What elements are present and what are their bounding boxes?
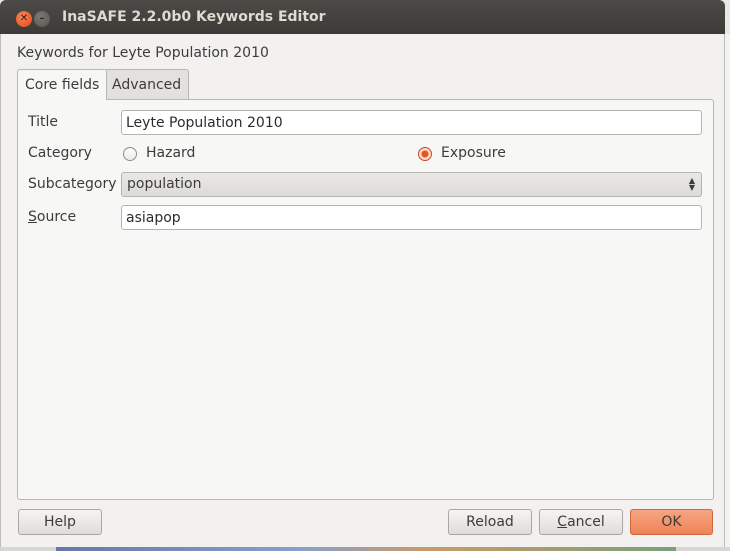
close-icon[interactable]: ✕ [16, 11, 32, 27]
source-field[interactable] [121, 205, 702, 230]
dialog-heading: Keywords for Leyte Population 2010 [17, 45, 269, 61]
tab-advanced[interactable]: Advanced [104, 69, 190, 99]
keywords-dialog: Keywords for Leyte Population 2010 Core … [0, 34, 725, 547]
tab-core-fields[interactable]: Core fields [17, 69, 108, 100]
title-label: Title [28, 114, 59, 130]
exposure-radio-label[interactable]: Exposure [441, 145, 506, 161]
reload-button[interactable]: Reload [448, 509, 532, 535]
source-label-rest: ource [36, 209, 77, 225]
hazard-radio[interactable] [123, 147, 137, 161]
subcategory-select[interactable]: population ▲ ▼ [121, 172, 702, 197]
window-title: InaSAFE 2.2.0b0 Keywords Editor [62, 9, 326, 25]
category-label: Category [28, 145, 92, 161]
help-button[interactable]: Help [18, 509, 102, 535]
subcategory-label: Subcategory [28, 176, 117, 192]
core-fields-panel: Title Category Hazard Exposure Subcatego… [17, 99, 714, 500]
cancel-button[interactable]: Cancel [539, 509, 623, 535]
minimize-icon[interactable]: – [34, 11, 50, 27]
title-field[interactable] [121, 110, 702, 135]
exposure-radio[interactable] [418, 147, 432, 161]
subcategory-value: population [127, 176, 202, 192]
source-label: Source [28, 209, 76, 225]
hazard-radio-label[interactable]: Hazard [146, 145, 195, 161]
cancel-label-rest: ancel [567, 514, 605, 530]
title-bar[interactable]: ✕ – InaSAFE 2.2.0b0 Keywords Editor [0, 0, 725, 34]
cancel-mnemonic: C [557, 514, 568, 530]
ok-button[interactable]: OK [630, 509, 713, 535]
source-label-mnemonic: S [28, 209, 37, 225]
select-arrows-icon: ▲ ▼ [688, 176, 695, 192]
